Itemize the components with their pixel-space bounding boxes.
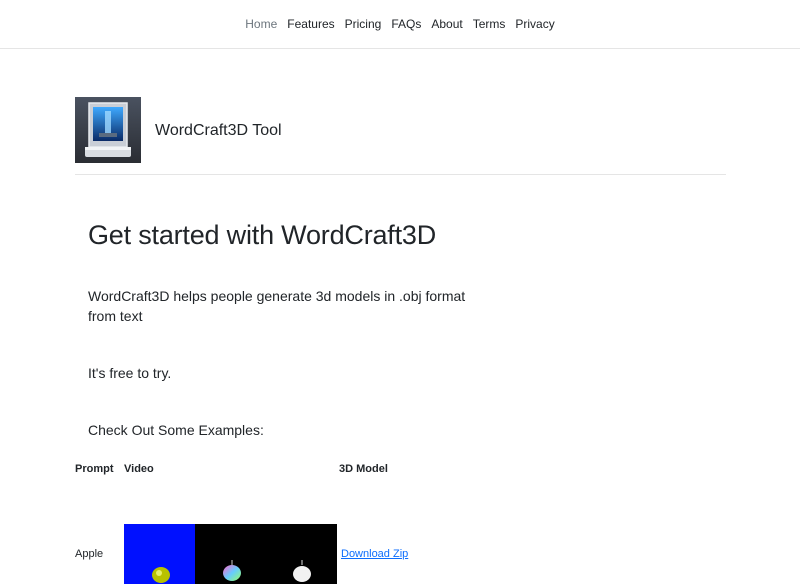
apple-render-icon [223,560,241,581]
prompt-cell: Apple [75,548,104,560]
apple-render-icon [293,560,311,582]
video-cell [124,524,339,584]
example-video[interactable] [124,524,337,584]
nav-home[interactable]: Home [240,16,282,32]
brand-header: WordCraft3D Tool [75,97,726,175]
table-header-row: Prompt Video 3D Model [75,463,459,479]
nav-terms[interactable]: Terms [468,16,511,32]
top-navigation: Home Features Pricing FAQs About Terms P… [0,0,800,49]
video-frame-black [195,524,266,584]
nav-features[interactable]: Features [282,16,339,32]
nav-about[interactable]: About [426,16,467,32]
brand-name[interactable]: WordCraft3D Tool [155,122,282,140]
video-frame-blue [124,524,195,584]
apple-render-icon [152,567,170,583]
examples-table: Prompt Video 3D Model Apple Download Zip [75,463,459,584]
header-video: Video [124,463,154,475]
nav-pricing[interactable]: Pricing [340,16,387,32]
3d-printer-icon[interactable] [75,97,141,163]
header-prompt: Prompt [75,463,114,475]
model-cell: Download Zip [339,524,459,584]
hero-description: WordCraft3D helps people generate 3d mod… [88,288,466,324]
examples-heading: Check Out Some Examples: [88,422,264,438]
table-row: Apple Download Zip [75,524,459,584]
nav-faqs[interactable]: FAQs [386,16,426,32]
video-frame-black-2 [266,524,337,584]
table-spacer [75,479,459,524]
free-note: It's free to try. [88,365,172,381]
download-zip-link[interactable]: Download Zip [341,548,408,560]
header-model: 3D Model [339,463,388,475]
page-title: Get started with WordCraft3D [88,220,437,250]
logo-image [75,97,141,163]
nav-privacy[interactable]: Privacy [510,16,559,32]
